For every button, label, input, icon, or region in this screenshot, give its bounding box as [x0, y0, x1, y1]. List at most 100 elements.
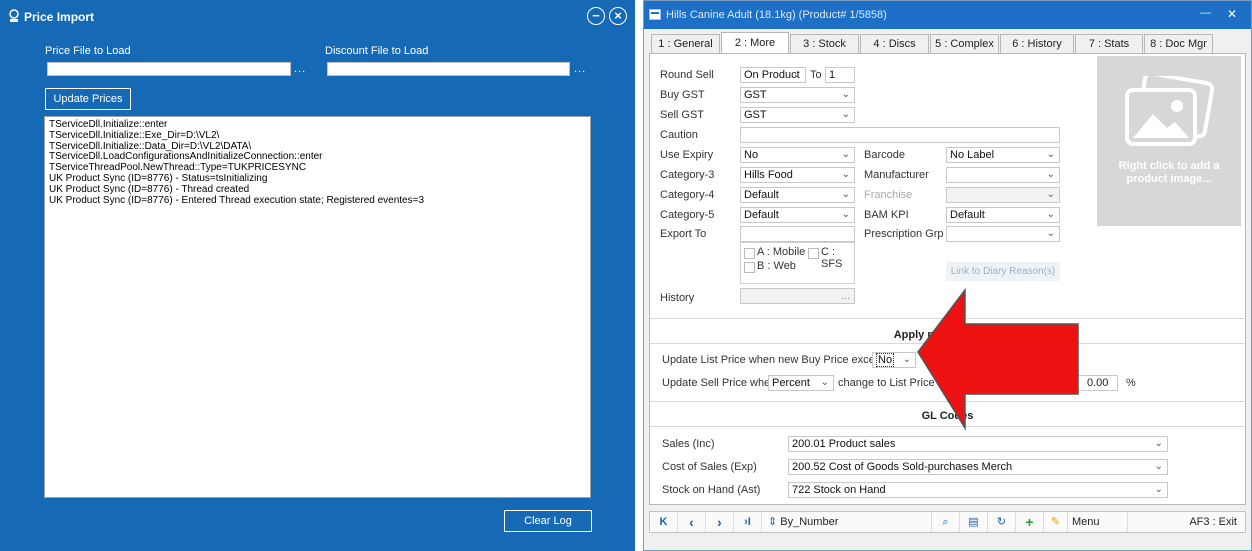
log-line: TServiceDll.Initialize::Exe_Dir=D:\VL2\ — [49, 129, 220, 141]
close-button[interactable]: ✕ — [1227, 7, 1237, 21]
next-record-button[interactable]: › — [706, 512, 734, 532]
tab-stock[interactable]: 3 : Stock — [790, 34, 859, 54]
buy-gst-label: Buy GST — [660, 89, 705, 101]
product-image-panel[interactable]: Right click to add a product image... — [1097, 56, 1241, 226]
chevron-down-icon: ⌄ — [1154, 484, 1163, 495]
gl-stock-on-hand-value: 722 Stock on Hand — [792, 484, 886, 496]
percent-sign: % — [1126, 377, 1136, 389]
last-record-button[interactable]: ›I — [734, 512, 762, 532]
window-title: Hills Canine Adult (18.1kg) (Product# 1/… — [666, 9, 887, 21]
export-options: A : Mobile C : SFS B : Web — [740, 242, 855, 284]
prev-record-button[interactable]: ‹ — [678, 512, 706, 532]
app-icon — [9, 9, 19, 22]
chevron-down-icon: ⌄ — [1046, 189, 1055, 200]
chevron-down-icon: ⌄ — [1046, 169, 1055, 180]
chevron-down-icon: ⌄ — [841, 149, 850, 160]
export-to-input[interactable] — [740, 226, 855, 242]
close-button[interactable]: × — [609, 7, 627, 25]
sell-gst-label: Sell GST — [660, 109, 705, 121]
clear-log-button[interactable]: Clear Log — [504, 510, 592, 532]
manufacturer-select[interactable]: ⌄ — [946, 167, 1060, 183]
to-label: To — [810, 69, 822, 81]
discount-file-input[interactable] — [327, 62, 570, 76]
sort-order-button[interactable]: ⇕ By_Number — [762, 512, 932, 532]
gl-stock-on-hand-select[interactable]: 722 Stock on Hand ⌄ — [788, 482, 1168, 498]
export-mobile-checkbox[interactable] — [744, 248, 755, 259]
buy-gst-select[interactable]: GST ⌄ — [740, 87, 855, 103]
window-title: Price Import — [24, 10, 95, 24]
gl-sales-value: 200.01 Product sales — [792, 438, 896, 450]
chevron-down-icon: ⌄ — [1154, 461, 1163, 472]
export-sfs-checkbox[interactable] — [808, 248, 819, 259]
first-record-button[interactable]: K — [650, 512, 678, 532]
category3-select[interactable]: Hills Food ⌄ — [740, 167, 855, 183]
prescription-grp-label: Prescription Grp — [864, 228, 944, 240]
caution-input[interactable] — [740, 127, 1060, 143]
update-prices-button[interactable]: Update Prices — [45, 88, 131, 110]
discount-file-browse-button[interactable]: ... — [574, 63, 586, 75]
menu-button[interactable]: Menu — [1068, 512, 1128, 532]
sort-icon: ⇕ — [768, 516, 778, 528]
chevron-down-icon: ⌄ — [1154, 438, 1163, 449]
minimize-button[interactable]: − — [587, 7, 605, 25]
gl-cost-of-sales-label: Cost of Sales (Exp) — [662, 461, 757, 473]
tab-general[interactable]: 1 : General — [651, 34, 720, 54]
round-sell-select[interactable]: On Product ⌄ — [740, 67, 806, 83]
refresh-icon[interactable]: ↻ — [988, 512, 1016, 532]
price-import-window: Price Import − × Price File to Load Disc… — [0, 0, 635, 551]
franchise-label: Franchise — [864, 189, 913, 201]
gl-sales-select[interactable]: 200.01 Product sales ⌄ — [788, 436, 1168, 452]
tab-doc-mgr[interactable]: 8 : Doc Mgr — [1144, 34, 1213, 54]
log-line: UK Product Sync (ID=8776) - Entered Thre… — [49, 194, 425, 206]
sell-gst-select[interactable]: GST ⌄ — [740, 107, 855, 123]
chevron-down-icon: ⌄ — [1046, 149, 1055, 160]
category3-value: Hills Food — [744, 169, 793, 181]
round-sell-label: Round Sell — [660, 69, 714, 81]
log-line: UK Product Sync (ID=8776) - Thread creat… — [49, 183, 250, 195]
link-diary-reasons-button[interactable]: Link to Diary Reason(s) — [946, 262, 1060, 281]
tab-complex[interactable]: 5 : Complex — [930, 34, 999, 54]
update-sell-price-select[interactable]: Percent ⌄ — [768, 375, 834, 391]
minimize-button[interactable]: — — [1200, 7, 1211, 19]
caution-label: Caution — [660, 129, 698, 141]
chevron-down-icon: ⌄ — [841, 209, 850, 220]
price-file-input[interactable] — [47, 62, 291, 76]
tab-more[interactable]: 2 : More — [721, 32, 789, 54]
prescription-grp-select[interactable]: ⌄ — [946, 226, 1060, 242]
update-list-price-value: No — [876, 353, 895, 367]
exit-button[interactable]: AF3 : Exit — [1128, 512, 1245, 532]
use-expiry-select[interactable]: No ⌄ — [740, 147, 855, 163]
export-web-checkbox[interactable] — [744, 262, 755, 273]
use-expiry-value: No — [744, 149, 759, 161]
gl-sales-label: Sales (Inc) — [662, 438, 715, 450]
to-input[interactable]: 1 — [825, 67, 855, 83]
export-to-label: Export To — [660, 228, 707, 240]
price-file-browse-button[interactable]: ... — [294, 63, 306, 75]
category4-select[interactable]: Default ⌄ — [740, 187, 855, 203]
tab-discs[interactable]: 4 : Discs — [860, 34, 929, 54]
bam-kpi-select[interactable]: Default ⌄ — [946, 207, 1060, 223]
search-icon[interactable]: ⌕ — [932, 512, 960, 532]
category4-label: Category-4 — [660, 189, 715, 201]
bam-kpi-value: Default — [950, 209, 985, 221]
bam-kpi-label: BAM KPI — [864, 209, 909, 221]
category5-select[interactable]: Default ⌄ — [740, 207, 855, 223]
edit-icon[interactable]: ✎ — [1044, 512, 1068, 532]
tab-history[interactable]: 6 : History — [1000, 34, 1074, 54]
print-icon[interactable]: ▤ — [960, 512, 988, 532]
chevron-down-icon: ⌄ — [792, 69, 801, 80]
category4-value: Default — [744, 189, 779, 201]
export-mobile-label: A : Mobile — [757, 246, 806, 258]
update-sell-price-value: Percent — [772, 377, 810, 389]
tab-stats[interactable]: 7 : Stats — [1075, 34, 1143, 54]
add-icon[interactable]: + — [1016, 512, 1044, 532]
sell-gst-value: GST — [744, 109, 767, 121]
barcode-label: Barcode — [864, 149, 905, 161]
history-button[interactable]: ... — [740, 288, 855, 304]
gl-cost-of-sales-select[interactable]: 200.52 Cost of Goods Sold-purchases Merc… — [788, 459, 1168, 475]
buy-gst-value: GST — [744, 89, 767, 101]
update-sell-price-label: Update Sell Price when — [662, 377, 777, 389]
gl-stock-on-hand-label: Stock on Hand (Ast) — [662, 484, 761, 496]
barcode-select[interactable]: No Label ⌄ — [946, 147, 1060, 163]
chevron-down-icon: ⌄ — [841, 89, 850, 100]
